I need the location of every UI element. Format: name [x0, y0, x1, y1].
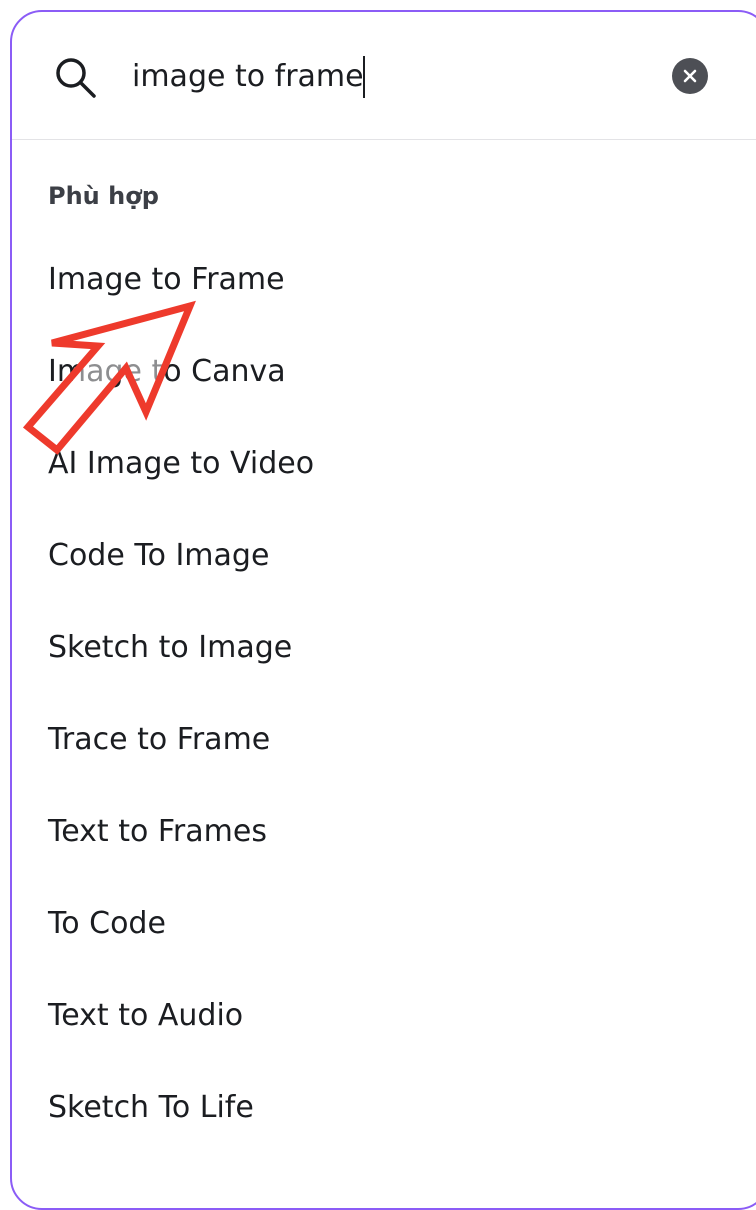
- search-input[interactable]: [132, 50, 652, 102]
- results-list: Image to Frame Image to Canva AI Image t…: [12, 234, 756, 1154]
- section-heading-matches: Phù hợp: [48, 182, 159, 210]
- result-item-image-to-frame[interactable]: Image to Frame: [12, 234, 756, 326]
- result-item-sketch-to-image[interactable]: Sketch to Image: [12, 602, 756, 694]
- result-item-code-to-image[interactable]: Code To Image: [12, 510, 756, 602]
- result-item-sketch-to-life[interactable]: Sketch To Life: [12, 1062, 756, 1154]
- close-icon: [683, 69, 697, 83]
- result-item-trace-to-frame[interactable]: Trace to Frame: [12, 694, 756, 786]
- result-item-text-to-audio[interactable]: Text to Audio: [12, 970, 756, 1062]
- clear-search-button[interactable]: [672, 58, 708, 94]
- result-item-ai-image-to-video[interactable]: AI Image to Video: [12, 418, 756, 510]
- search-bar: [12, 12, 756, 140]
- text-caret: [363, 56, 365, 98]
- search-dropdown-panel: Phù hợp Image to Frame Image to Canva AI…: [10, 10, 756, 1210]
- search-icon: [56, 58, 96, 98]
- result-item-to-code[interactable]: To Code: [12, 878, 756, 970]
- result-item-image-to-canva[interactable]: Image to Canva: [12, 326, 756, 418]
- result-item-text-to-frames[interactable]: Text to Frames: [12, 786, 756, 878]
